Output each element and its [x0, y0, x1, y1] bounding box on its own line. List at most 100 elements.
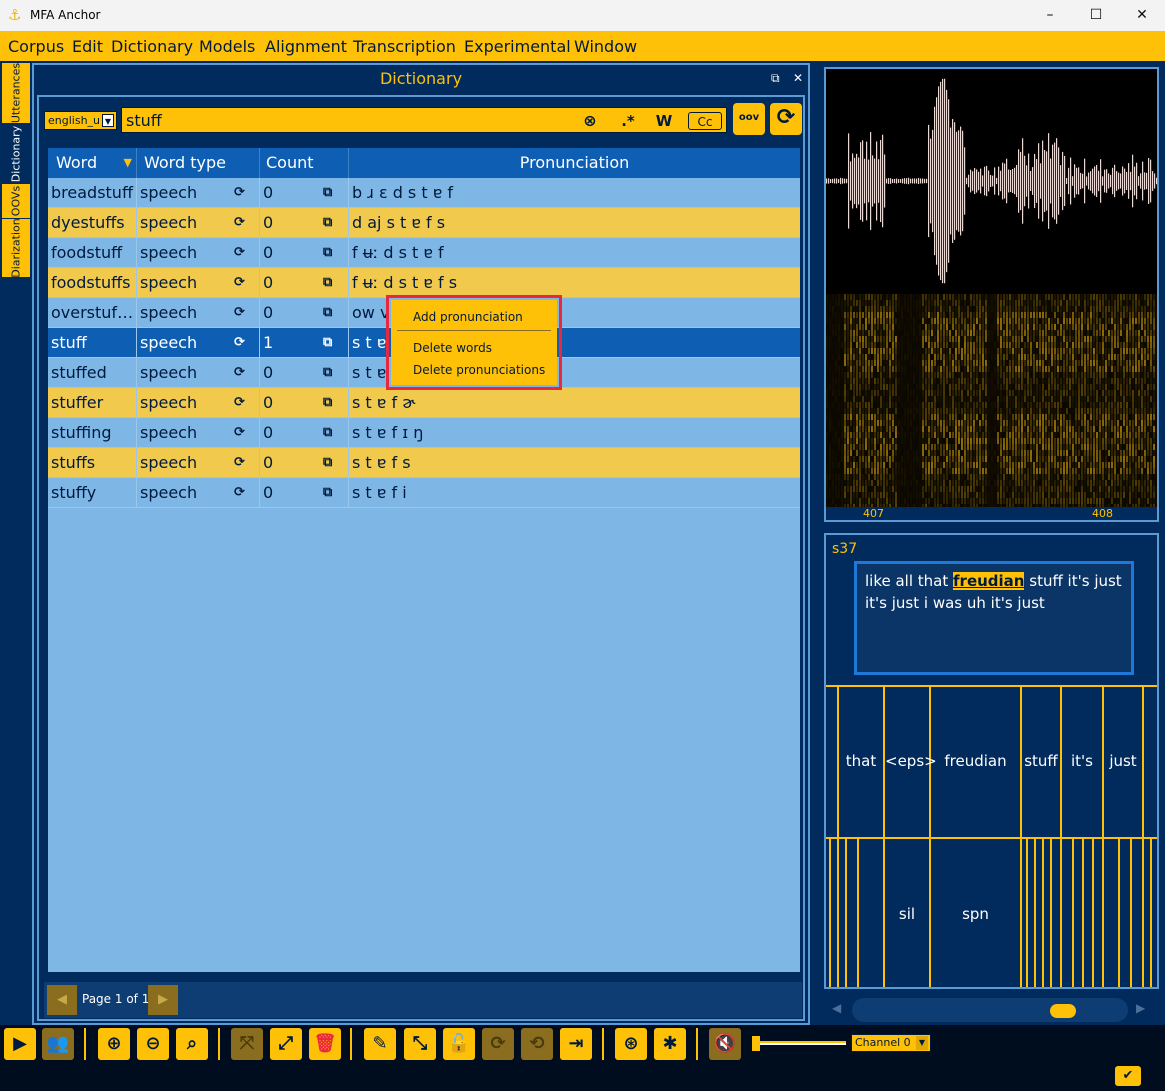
menu-item-delete-words[interactable]: Delete words [413, 341, 492, 355]
tab-utterances[interactable]: Utterances [2, 63, 30, 123]
menu-item-add-pronunciation[interactable]: Add pronunciation [413, 310, 523, 324]
interval-boundary[interactable] [1142, 839, 1144, 987]
interval-boundary[interactable] [1130, 839, 1132, 987]
scroll-right-icon[interactable]: ▶ [1136, 1001, 1145, 1015]
play-icon[interactable]: ▶ [4, 1028, 36, 1060]
table-row[interactable]: stuffer speech ⟳ 0 ⧉ s t ɐ f ɚ [48, 388, 800, 418]
table-row[interactable]: breadstuff speech ⟳ 0 ⧉ b ɹ ɛ d s t ɐ f [48, 178, 800, 208]
history-icon[interactable]: ⟲ [521, 1028, 553, 1060]
scroll-track[interactable] [852, 998, 1128, 1022]
export-icon[interactable]: ⇥ [560, 1028, 592, 1060]
interval-boundary[interactable] [1050, 839, 1052, 987]
cell-pronunciation[interactable]: s t ɐ f s [349, 448, 800, 478]
open-external-icon[interactable]: ⧉ [323, 268, 332, 298]
whole-word-toggle[interactable]: W [652, 112, 676, 130]
open-external-icon[interactable]: ⧉ [323, 238, 332, 268]
change-type-icon[interactable]: ⟳ [234, 388, 245, 418]
menu-models[interactable]: Models [199, 37, 255, 56]
interval-boundary[interactable] [1150, 839, 1152, 987]
word-interval[interactable]: <eps> [885, 752, 937, 770]
word-interval[interactable]: just [1104, 752, 1142, 770]
status-check-icon[interactable]: ✔ [1115, 1066, 1141, 1086]
delete-icon[interactable]: 🗑 [309, 1028, 341, 1060]
magic-wand-icon[interactable]: ✎ [364, 1028, 396, 1060]
cell-word[interactable]: dyestuffs [48, 208, 137, 238]
interval-boundary[interactable] [1020, 839, 1022, 987]
sync-icon[interactable]: ⟳ [482, 1028, 514, 1060]
cell-word[interactable]: stuffer [48, 388, 137, 418]
menu-edit[interactable]: Edit [72, 37, 103, 56]
change-type-icon[interactable]: ⟳ [234, 328, 245, 358]
column-header-word[interactable]: Word ▼ [48, 148, 137, 178]
change-type-icon[interactable]: ⟳ [234, 238, 245, 268]
dictionary-select[interactable]: english_u ▼ [44, 111, 117, 130]
lock-icon[interactable]: 🔓 [443, 1028, 475, 1060]
regex-toggle[interactable]: .* [614, 112, 642, 130]
menu-item-delete-pronunciations[interactable]: Delete pronunciations [413, 363, 545, 377]
tab-diarization[interactable]: Diarization [2, 218, 30, 278]
cell-pronunciation[interactable]: s t ɐ f ɪ ŋ [349, 418, 800, 448]
cell-word[interactable]: stuffed [48, 358, 137, 388]
menu-dictionary[interactable]: Dictionary [111, 37, 193, 56]
oov-button[interactable]: oov [733, 103, 765, 135]
menu-alignment[interactable]: Alignment [265, 37, 347, 56]
cell-pronunciation[interactable]: f ʉː d s t ɐ f s [349, 268, 800, 298]
interval-boundary[interactable] [1092, 839, 1094, 987]
cell-word[interactable]: breadstuff [48, 178, 137, 208]
interval-boundary[interactable] [857, 839, 859, 987]
scroll-thumb[interactable] [1050, 1004, 1076, 1018]
cell-pronunciation[interactable]: b ɹ ɛ d s t ɐ f [349, 178, 800, 208]
word-interval[interactable]: that [839, 752, 883, 770]
cell-word[interactable]: stuffs [48, 448, 137, 478]
menu-window[interactable]: Window [574, 37, 637, 56]
merge-icon[interactable]: ⤧ [231, 1028, 263, 1060]
table-row[interactable]: stuffs speech ⟳ 0 ⧉ s t ɐ f s [48, 448, 800, 478]
change-type-icon[interactable]: ⟳ [234, 448, 245, 478]
phone-interval[interactable]: spn [931, 905, 1020, 923]
interval-boundary[interactable] [1118, 839, 1120, 987]
speakers-icon[interactable]: 👥 [42, 1028, 74, 1060]
utterance-text-editor[interactable]: like all that freudian stuff it's just i… [854, 561, 1134, 675]
volume-slider[interactable] [750, 1033, 846, 1053]
phone-interval[interactable]: sil [885, 905, 929, 923]
refresh-icon[interactable]: ⟳ [770, 103, 802, 135]
column-header-pronunciation[interactable]: Pronunciation [349, 148, 800, 178]
cell-word[interactable]: stuffing [48, 418, 137, 448]
menu-experimental[interactable]: Experimental [464, 37, 571, 56]
interval-boundary[interactable] [1034, 839, 1036, 987]
cell-pronunciation[interactable]: d aj s t ɐ f s [349, 208, 800, 238]
change-type-icon[interactable]: ⟳ [234, 208, 245, 238]
help-icon[interactable]: ⊛ [615, 1028, 647, 1060]
waveform-panel[interactable]: 407 408 [824, 67, 1159, 522]
open-external-icon[interactable]: ⧉ [323, 478, 332, 508]
close-panel-icon[interactable]: ✕ [793, 71, 803, 85]
channel-select[interactable]: Channel 0 ▼ [851, 1034, 931, 1052]
open-external-icon[interactable]: ⧉ [323, 178, 332, 208]
bug-report-icon[interactable]: ✱ [654, 1028, 686, 1060]
cell-pronunciation[interactable]: f ʉː d s t ɐ f [349, 238, 800, 268]
volume-handle[interactable] [752, 1036, 760, 1051]
cell-word[interactable]: stuffy [48, 478, 137, 508]
zoom-to-selection-icon[interactable]: ⌕ [176, 1028, 208, 1060]
split-icon[interactable]: ⤢ [270, 1028, 302, 1060]
change-type-icon[interactable]: ⟳ [234, 178, 245, 208]
table-row[interactable]: foodstuffs speech ⟳ 0 ⧉ f ʉː d s t ɐ f s [48, 268, 800, 298]
undock-icon[interactable]: ⧉ [771, 71, 780, 86]
open-external-icon[interactable]: ⧉ [323, 298, 332, 328]
word-interval[interactable]: freudian [931, 752, 1020, 770]
open-external-icon[interactable]: ⧉ [323, 418, 332, 448]
column-header-word-type[interactable]: Word type [137, 148, 260, 178]
zoom-out-icon[interactable]: ⊖ [137, 1028, 169, 1060]
interval-boundary[interactable] [1072, 839, 1074, 987]
horizontal-scrollbar[interactable]: ◀ ▶ [828, 995, 1154, 1025]
interval-boundary[interactable] [1082, 839, 1084, 987]
interval-boundary[interactable] [1102, 839, 1104, 987]
search-input[interactable]: stuff ⊗ .* W Cc [121, 107, 727, 133]
cell-word[interactable]: foodstuffs [48, 268, 137, 298]
maximize-button[interactable]: ☐ [1073, 0, 1119, 31]
table-row[interactable]: dyestuffs speech ⟳ 0 ⧉ d aj s t ɐ f s [48, 208, 800, 238]
column-header-count[interactable]: Count [260, 148, 349, 178]
zoom-in-icon[interactable]: ⊕ [98, 1028, 130, 1060]
tab-dictionary[interactable]: Dictionary [2, 124, 30, 184]
open-external-icon[interactable]: ⧉ [323, 358, 332, 388]
